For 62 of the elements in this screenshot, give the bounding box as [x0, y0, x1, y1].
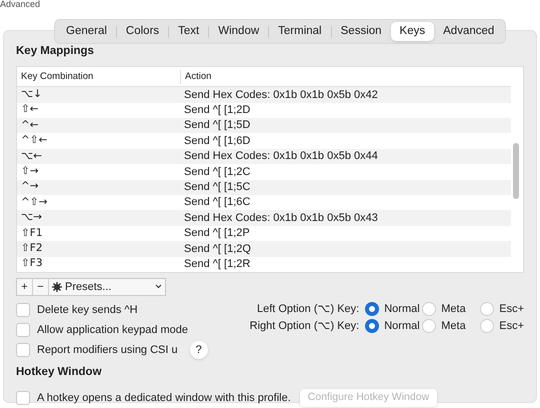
table-cell-text: ⇧F3 — [20, 256, 44, 272]
tab[interactable]: Window — [209, 22, 268, 41]
remove-button[interactable]: − — [33, 278, 49, 295]
table-cell-text: Send ^[ [1;5D — [183, 118, 250, 134]
table-cell-text: ⇧→ — [20, 164, 40, 180]
radio-label: Esc+ — [499, 319, 524, 334]
section-title: Key Mappings — [16, 44, 95, 59]
column-header[interactable]: Key Combination — [17, 70, 180, 84]
table-cell-text: ⌥→ — [20, 210, 43, 226]
checkbox[interactable] — [16, 391, 30, 406]
help-button[interactable]: ? — [190, 340, 208, 359]
table-cell-text: Send ^[ [1;2R — [183, 257, 250, 272]
chevron-down-icon — [155, 284, 162, 290]
checkbox-label: Delete key sends ^H — [37, 302, 138, 318]
checkbox-label: Report modifiers using CSI u — [37, 342, 178, 358]
checkbox[interactable] — [16, 342, 30, 357]
table-cell-text: ^⇧→ — [20, 194, 48, 210]
table-cell-text: Send ^[ [1;6D — [183, 134, 250, 149]
table-cell-text: Send Hex Codes: 0x1b 0x1b 0x5b 0x43 — [183, 210, 378, 226]
radio-button[interactable] — [365, 319, 380, 334]
table-cell-text: Send ^[ [1;5C — [183, 180, 250, 196]
table-cell-text: Send Hex Codes: 0x1b 0x1b 0x5b 0x44 — [183, 149, 378, 164]
tab[interactable]: General — [57, 22, 116, 41]
section-title: Hotkey Window — [16, 364, 103, 380]
column-header[interactable]: Action — [180, 70, 212, 84]
table-cell-text: Send ^[ [1;2D — [183, 103, 250, 118]
table-cell-text: Send ^[ [1;2C — [183, 164, 250, 180]
tab[interactable]: Session — [332, 22, 391, 41]
radio-label: Meta — [441, 319, 466, 334]
table-cell-text: ⇧← — [20, 102, 40, 118]
tab[interactable]: Keys — [390, 22, 434, 41]
tab[interactable]: Text — [169, 22, 208, 41]
radio-label: Normal — [384, 319, 420, 334]
checkbox[interactable] — [16, 322, 30, 337]
add-button[interactable]: + — [17, 278, 33, 295]
radio-button[interactable] — [365, 302, 380, 316]
table-cell-text: ^→ — [20, 179, 40, 194]
table-cell-text: Send ^[ [1;2P — [183, 226, 250, 242]
gear-icon — [52, 282, 62, 292]
table-cell-text: ⌥← — [20, 148, 43, 164]
table-cell-text: Send Hex Codes: 0x1b 0x1b 0x5b 0x42 — [183, 88, 378, 103]
checkbox-label: Allow application keypad mode — [37, 322, 188, 338]
scrollbar-thumb[interactable] — [513, 143, 519, 200]
option-key-label: Right Option (⌥) Key: — [248, 319, 360, 334]
table-cell-text: ^⇧← — [20, 133, 48, 148]
table-cell-text: ⇧F1 — [20, 226, 44, 241]
table-cell-text: Send ^[ [1;2Q — [183, 242, 251, 257]
tab[interactable]: Colors — [116, 22, 168, 41]
radio-label: Meta — [441, 302, 466, 318]
option-key-label: Left Option (⌥) Key: — [256, 302, 360, 318]
table-cell-text: ⇧F2 — [20, 240, 44, 256]
checkbox[interactable] — [16, 302, 30, 317]
table-cell-text: Send ^[ [1;6C — [183, 195, 250, 210]
tab[interactable]: Terminal — [269, 22, 331, 41]
window-title: Advanced — [0, 0, 40, 9]
tab[interactable]: Advanced — [434, 22, 504, 41]
table-cell-text: ⌥↓ — [20, 87, 43, 102]
radio-label: Normal — [384, 302, 420, 318]
presets-dropdown[interactable]: Presets... — [49, 278, 165, 295]
checkbox-label: A hotkey opens a dedicated window with this profile. — [37, 390, 291, 406]
table-cell-text: ^← — [20, 118, 40, 133]
radio-label: Esc+ — [499, 302, 524, 318]
